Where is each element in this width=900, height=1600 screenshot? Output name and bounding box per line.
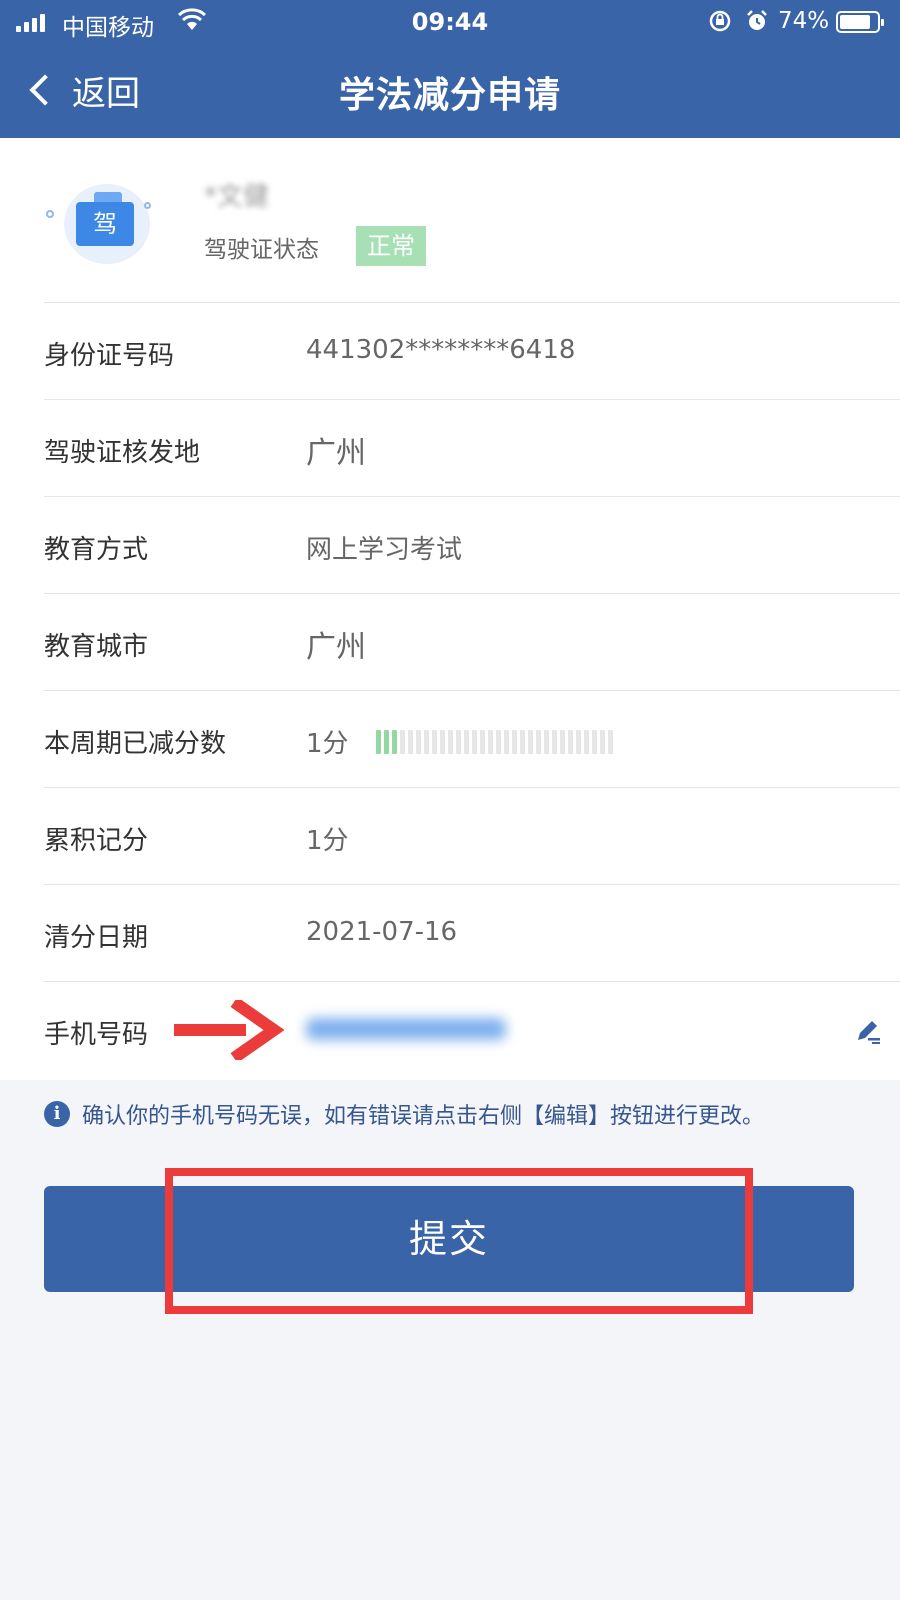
meter-segment [440,730,445,754]
row-id-number: 身份证号码 441302********6418 [44,302,900,399]
meter-segment [520,730,525,754]
row-value: 1分 [306,826,349,856]
info-icon: i [44,1101,70,1127]
meter-segment [392,730,397,754]
meter-segment [480,730,485,754]
meter-segment [568,730,573,754]
meter-segment [512,730,517,754]
red-arrow-icon [174,1000,284,1060]
license-status-label: 驾驶证状态 [204,237,319,263]
row-value: 广州 [306,630,366,665]
row-label: 身份证号码 [44,341,175,371]
highlight-box [165,1168,753,1314]
row-accumulated-points: 累积记分 1分 [44,787,900,884]
meter-segment [528,730,533,754]
row-label: 教育城市 [44,632,149,662]
user-name: *文健 [204,182,270,212]
row-value: 2021-07-16 [306,917,458,947]
meter-segment [576,730,581,754]
alarm-icon [747,10,767,30]
edit-icon[interactable] [854,1016,884,1046]
notice-text: 确认你的手机号码无误，如有错误请点击右侧【编辑】按钮进行更改。 [82,1104,765,1129]
row-value: 网上学习考试 [306,535,463,565]
row-label: 教育方式 [44,535,149,565]
points-meter [376,730,613,754]
meter-segment [448,730,453,754]
notice: i 确认你的手机号码无误，如有错误请点击右侧【编辑】按钮进行更改。 [44,1098,874,1130]
row-value: 广州 [306,436,366,471]
meter-segment [472,730,477,754]
meter-segment [608,730,613,754]
meter-segment [488,730,493,754]
meter-segment [376,730,381,754]
meter-segment [400,730,405,754]
meter-segment [416,730,421,754]
meter-segment [560,730,565,754]
row-points-reduced: 本周期已减分数 1分 [44,690,900,787]
meter-segment [592,730,597,754]
row-label: 本周期已减分数 [44,729,227,759]
meter-segment [424,730,429,754]
row-label: 手机号码 [44,1020,149,1050]
row-phone: 手机号码 [44,981,900,1078]
meter-segment [408,730,413,754]
meter-segment [536,730,541,754]
row-value: 441302********6418 [306,335,576,365]
row-label: 累积记分 [44,826,149,856]
driver-license-icon: 驾 [44,178,160,264]
row-label: 清分日期 [44,923,149,953]
battery-icon [836,11,884,33]
meter-segment [456,730,461,754]
battery-percent: 74% [778,8,830,34]
meter-segment [600,730,605,754]
header: 中国移动 09:44 74% 返回 学法减分申请 [0,0,900,138]
meter-segment [584,730,589,754]
row-value: 1分 [306,729,349,759]
profile-section: 驾 *文健 驾驶证状态 正常 [0,138,900,302]
row-education-method: 教育方式 网上学习考试 [44,496,900,593]
phone-number-value [306,1018,506,1040]
status-badge: 正常 [356,226,426,266]
meter-segment [552,730,557,754]
rotation-lock-icon [709,10,731,32]
meter-segment [544,730,549,754]
meter-segment [432,730,437,754]
row-label: 驾驶证核发地 [44,438,201,468]
meter-segment [384,730,389,754]
row-education-city: 教育城市 广州 [44,593,900,690]
info-card: 驾 *文健 驾驶证状态 正常 身份证号码 441302********6418 … [0,138,900,1080]
status-bar: 中国移动 09:44 74% [0,0,900,46]
meter-segment [464,730,469,754]
page-title: 学法减分申请 [338,75,561,116]
row-license-issuer: 驾驶证核发地 广州 [44,399,900,496]
meter-segment [496,730,501,754]
meter-segment [504,730,509,754]
info-list: 身份证号码 441302********6418 驾驶证核发地 广州 教育方式 … [0,302,900,1078]
row-clear-date: 清分日期 2021-07-16 [44,884,900,981]
